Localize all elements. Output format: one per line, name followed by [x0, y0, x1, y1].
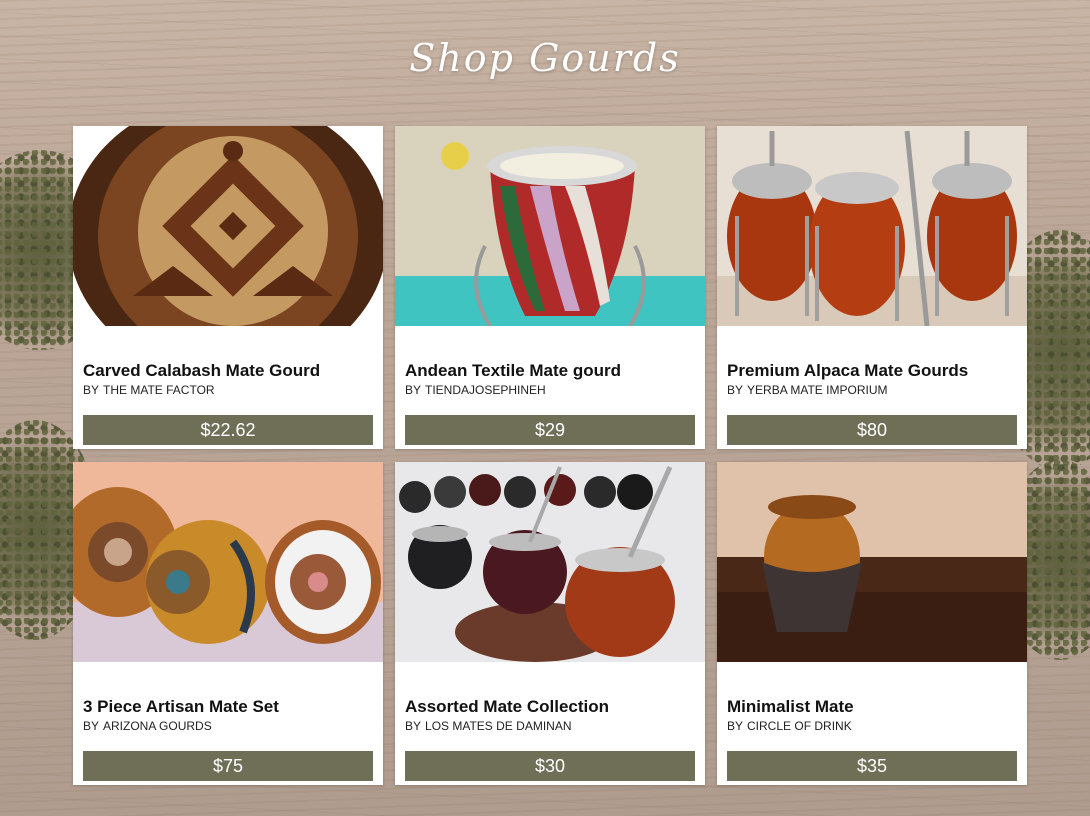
- seller-name[interactable]: CIRCLE OF DRINK: [747, 719, 852, 733]
- product-seller: BY YERBA MATE IMPORIUM: [727, 383, 887, 397]
- seller-prefix: BY: [405, 383, 422, 397]
- product-seller: BY CIRCLE OF DRINK: [727, 719, 852, 733]
- price-button[interactable]: $29: [405, 415, 695, 445]
- product-title[interactable]: Carved Calabash Mate Gourd: [83, 361, 378, 381]
- product-card[interactable]: Carved Calabash Mate Gourd BY THE MATE FA…: [73, 126, 383, 449]
- product-title[interactable]: Assorted Mate Collection: [405, 697, 700, 717]
- seller-prefix: BY: [727, 719, 744, 733]
- price-button[interactable]: $30: [405, 751, 695, 781]
- price-button[interactable]: $22.62: [83, 415, 373, 445]
- product-seller: BY THE MATE FACTOR: [83, 383, 215, 397]
- price-button[interactable]: $75: [83, 751, 373, 781]
- product-title[interactable]: Minimalist Mate: [727, 697, 1022, 717]
- price-button[interactable]: $35: [727, 751, 1017, 781]
- product-card[interactable]: Minimalist Mate BY CIRCLE OF DRINK $35: [717, 462, 1027, 785]
- product-title[interactable]: 3 Piece Artisan Mate Set: [83, 697, 378, 717]
- seller-prefix: BY: [405, 719, 422, 733]
- product-card[interactable]: Andean Textile Mate gourd BY TIENDAJOSEPH…: [395, 126, 705, 449]
- seller-name[interactable]: ARIZONA GOURDS: [103, 719, 212, 733]
- seller-name[interactable]: THE MATE FACTOR: [103, 383, 215, 397]
- product-title[interactable]: Premium Alpaca Mate Gourds: [727, 361, 1022, 381]
- seller-prefix: BY: [83, 719, 100, 733]
- alpaca-gourds-photo[interactable]: [717, 126, 1027, 326]
- seller-name[interactable]: YERBA MATE IMPORIUM: [747, 383, 887, 397]
- product-seller: BY LOS MATES DE DAMINAN: [405, 719, 571, 733]
- seller-name[interactable]: TIENDAJOSEPHINEH: [425, 383, 546, 397]
- product-card[interactable]: Assorted Mate Collection BY LOS MATES DE …: [395, 462, 705, 785]
- assorted-collection-photo[interactable]: [395, 462, 705, 662]
- product-seller: BY TIENDAJOSEPHINEH: [405, 383, 546, 397]
- seller-prefix: BY: [83, 383, 100, 397]
- seller-prefix: BY: [727, 383, 744, 397]
- price-button[interactable]: $80: [727, 415, 1017, 445]
- product-title[interactable]: Andean Textile Mate gourd: [405, 361, 700, 381]
- minimalist-mate-photo[interactable]: [717, 462, 1027, 662]
- textile-gourd-photo[interactable]: [395, 126, 705, 326]
- product-seller: BY ARIZONA GOURDS: [83, 719, 212, 733]
- product-card[interactable]: Premium Alpaca Mate Gourds BY YERBA MATE …: [717, 126, 1027, 449]
- page-title: Shop Gourds: [409, 36, 681, 80]
- artisan-set-photo[interactable]: [73, 462, 383, 662]
- carved-gourd-photo[interactable]: [73, 126, 383, 326]
- product-card[interactable]: 3 Piece Artisan Mate Set BY ARIZONA GOURD…: [73, 462, 383, 785]
- seller-name[interactable]: LOS MATES DE DAMINAN: [425, 719, 571, 733]
